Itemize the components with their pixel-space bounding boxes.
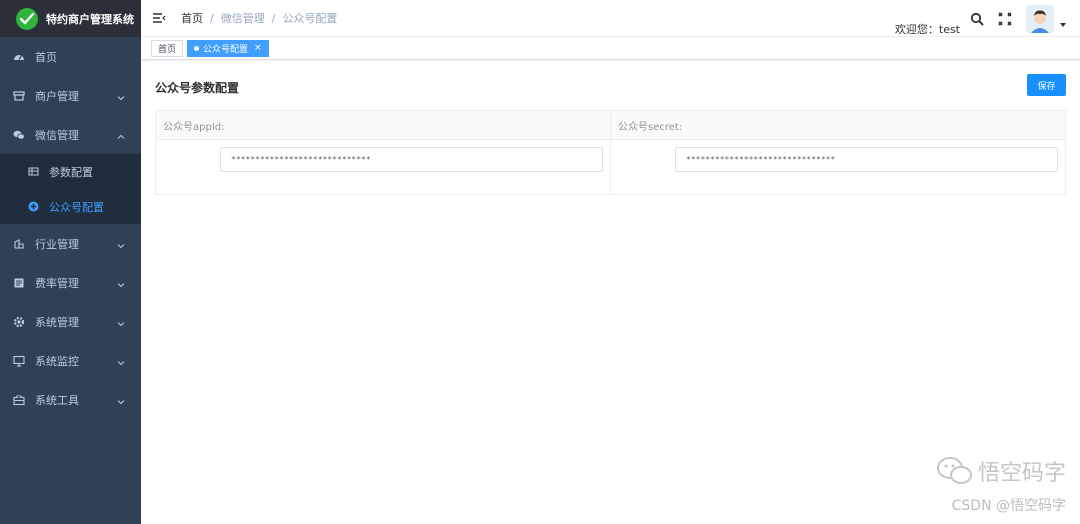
watermark-logo: 悟空码字 (936, 455, 1066, 487)
app-logo-area[interactable]: 特约商户管理系统 (0, 0, 141, 37)
secret-column: 公众号secret: (610, 111, 1065, 194)
breadcrumb: 首页 / 微信管理 / 公众号配置 (181, 10, 337, 26)
appid-input[interactable] (220, 147, 603, 172)
chevron-down-icon (117, 357, 125, 370)
toolbox-icon (13, 394, 25, 406)
dashboard-icon (13, 51, 25, 63)
app-title: 特约商户管理系统 (46, 12, 134, 26)
sidebar-item-tools[interactable]: 系统工具 (0, 380, 141, 419)
industry-icon (13, 238, 25, 250)
sidebar-item-label: 参数配置 (49, 165, 93, 179)
avatar[interactable] (1026, 4, 1054, 33)
close-icon[interactable]: × (254, 43, 262, 53)
sidebar-item-label: 微信管理 (35, 128, 79, 142)
tag-label: 公众号配置 (203, 44, 249, 55)
config-form: 公众号appId: 公众号secret: (155, 110, 1066, 195)
sidebar-item-industry[interactable]: 行业管理 (0, 224, 141, 263)
sidebar-item-system[interactable]: 系统管理 (0, 302, 141, 341)
sidebar-item-monitor[interactable]: 系统监控 (0, 341, 141, 380)
top-navbar: 首页 / 微信管理 / 公众号配置 欢迎您：test (141, 0, 1080, 37)
tags-view: 首页 公众号配置 × (141, 37, 1080, 60)
tag-official-account-config[interactable]: 公众号配置 × (187, 39, 269, 57)
watermark-csdn: CSDN @悟空码字 (951, 498, 1066, 514)
check-logo-icon (16, 7, 38, 30)
chevron-down-icon (117, 318, 125, 331)
sidebar-item-label: 公众号配置 (49, 200, 104, 214)
wechat-submenu: 参数配置 公众号配置 (0, 154, 141, 224)
sidebar-item-label: 系统管理 (35, 315, 79, 329)
fullscreen-icon[interactable] (998, 11, 1012, 26)
rate-icon (13, 277, 25, 289)
caret-down-icon[interactable] (1060, 17, 1066, 30)
sidebar-item-label: 商户管理 (35, 89, 79, 103)
sidebar-item-wechat[interactable]: 微信管理 (0, 115, 141, 154)
sidebar-item-merchant[interactable]: 商户管理 (0, 76, 141, 115)
table-icon (28, 166, 39, 177)
header-right: 欢迎您：test (895, 0, 1066, 37)
wechat-watermark-icon (936, 455, 974, 487)
sidebar-item-label: 行业管理 (35, 237, 79, 251)
wechat-icon (13, 129, 25, 141)
search-icon[interactable] (970, 12, 984, 26)
secret-label: 公众号secret: (611, 111, 1065, 140)
chevron-down-icon (117, 240, 125, 253)
tag-label: 首页 (158, 44, 177, 55)
sidebar-item-label: 首页 (35, 50, 57, 64)
welcome-text: 欢迎您：test (894, 22, 960, 36)
sidebar-item-label: 系统工具 (35, 393, 79, 407)
sidebar: 特约商户管理系统 首页 商户管理 微信管理 参数配置 公众号配置 行业管理 费率… (0, 0, 141, 524)
appid-column: 公众号appId: (156, 111, 610, 194)
secret-input[interactable] (675, 147, 1058, 172)
tag-home[interactable]: 首页 (151, 39, 184, 57)
appid-label: 公众号appId: (156, 111, 610, 140)
sidebar-item-label: 费率管理 (35, 276, 79, 290)
active-dot-icon (194, 45, 200, 51)
breadcrumb-item-wechat: 微信管理 (220, 12, 265, 25)
watermark-text: 悟空码字 (977, 461, 1066, 486)
gear-icon (13, 316, 25, 328)
chevron-up-icon (117, 131, 125, 144)
menu-fold-icon[interactable] (152, 12, 166, 24)
breadcrumb-item-home[interactable]: 首页 (181, 10, 203, 26)
sidebar-item-label: 系统监控 (35, 354, 79, 368)
shop-icon (13, 90, 25, 102)
monitor-icon (13, 355, 25, 367)
chevron-down-icon (117, 92, 125, 105)
chevron-down-icon (117, 396, 125, 409)
chevron-down-icon (117, 279, 125, 292)
breadcrumb-separator: / (271, 11, 276, 25)
sidebar-item-rate[interactable]: 费率管理 (0, 263, 141, 302)
breadcrumb-separator: / (210, 11, 214, 25)
save-button[interactable]: 保存 (1027, 74, 1066, 96)
page-title: 公众号参数配置 (155, 81, 240, 95)
sidebar-item-official-account-config[interactable]: 公众号配置 (0, 189, 141, 224)
breadcrumb-item-current: 公众号配置 (282, 12, 338, 25)
sidebar-item-param-config[interactable]: 参数配置 (0, 154, 141, 189)
sidebar-item-home[interactable]: 首页 (0, 37, 141, 76)
plus-circle-icon (28, 201, 39, 212)
